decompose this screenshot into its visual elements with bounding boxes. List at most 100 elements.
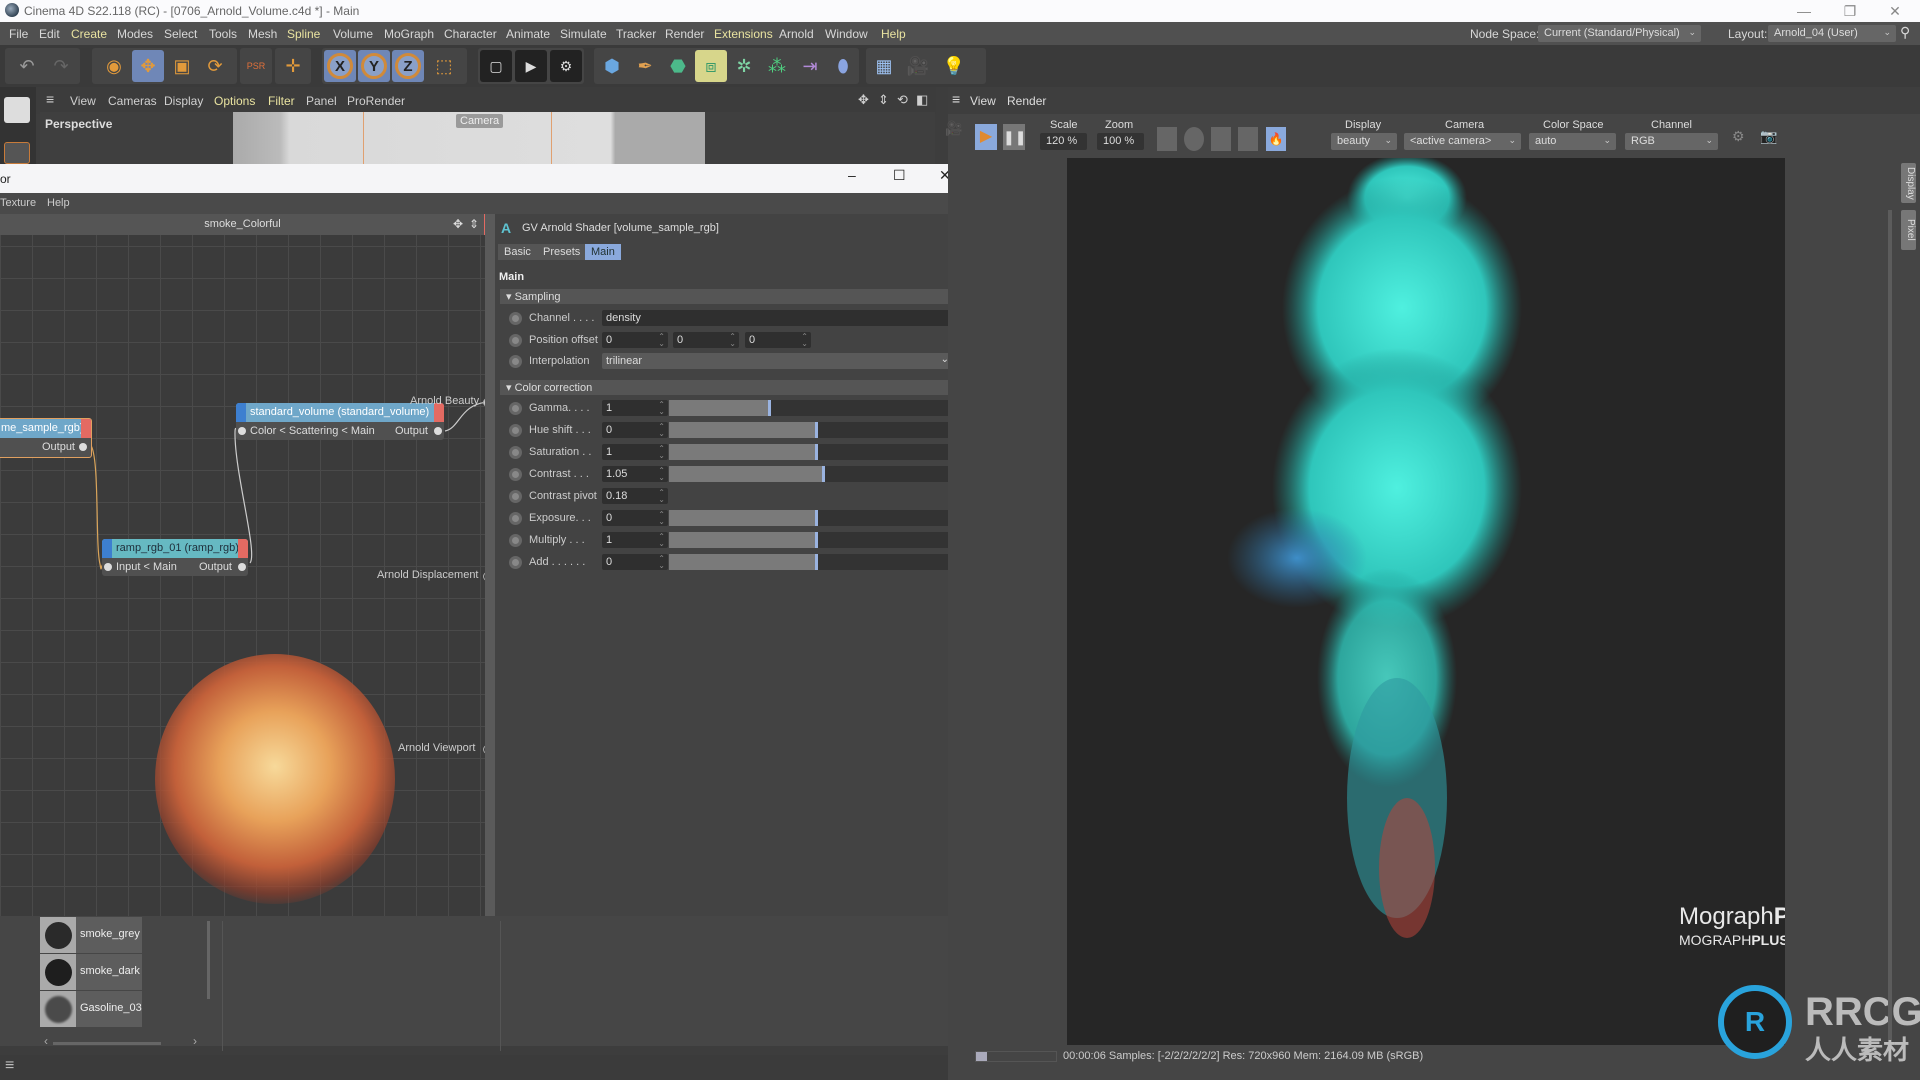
position-offset-x[interactable]: 0 ⌃ ⌄: [602, 332, 668, 348]
cube-icon[interactable]: ⬢: [596, 50, 628, 82]
orbit-icon[interactable]: ⟲: [897, 92, 908, 108]
viewport-menu-view[interactable]: View: [70, 94, 96, 108]
sampling-section[interactable]: ▾ Sampling: [500, 289, 966, 304]
recent-tool-icon[interactable]: ✛: [277, 50, 309, 82]
node-menu-texture[interactable]: Texture: [0, 197, 36, 209]
menu-arnold[interactable]: Arnold: [779, 27, 814, 41]
spinner-icon[interactable]: ⌃ ⌄: [658, 533, 665, 548]
flame-icon[interactable]: 🔥: [1266, 127, 1286, 151]
menu-file[interactable]: File: [9, 27, 28, 41]
graph-scrollbar[interactable]: [485, 214, 495, 916]
viewport-menu-cameras[interactable]: Cameras: [108, 94, 157, 108]
render-settings-icon[interactable]: ⚙: [550, 50, 582, 82]
scroll-right-icon[interactable]: ›: [193, 1034, 197, 1048]
menu-help[interactable]: Help: [881, 27, 906, 41]
viewport-menu-filter[interactable]: Filter: [268, 94, 295, 108]
menu-volume[interactable]: Volume: [333, 27, 373, 41]
input-port[interactable]: [104, 563, 112, 571]
slider-handle[interactable]: [815, 554, 818, 570]
undo-icon[interactable]: ↶: [11, 50, 43, 82]
region-render-icon[interactable]: [1157, 127, 1177, 151]
x-axis-lock-icon[interactable]: X: [324, 50, 356, 82]
render-menu-render[interactable]: Render: [1007, 94, 1046, 108]
menu-spline[interactable]: Spline: [287, 27, 320, 41]
extrude-icon[interactable]: ⧈: [695, 50, 727, 82]
param-slider[interactable]: [669, 422, 960, 438]
material-scrollbar[interactable]: [207, 921, 210, 999]
menu-tools[interactable]: Tools: [209, 27, 237, 41]
menu-character[interactable]: Character: [444, 27, 497, 41]
spinner-icon[interactable]: ⌃ ⌄: [658, 467, 665, 482]
slider-handle[interactable]: [768, 400, 771, 416]
viewport-menu-display[interactable]: Display: [164, 94, 203, 108]
keyframe-radio[interactable]: [509, 490, 522, 503]
live-selection-icon[interactable]: ◉: [98, 50, 130, 82]
close-button[interactable]: ✕: [1880, 2, 1910, 20]
position-offset-y[interactable]: 0 ⌃ ⌄: [673, 332, 739, 348]
keyframe-radio[interactable]: [509, 424, 522, 437]
spinner-icon[interactable]: ⌃ ⌄: [801, 333, 808, 348]
menu-extensions[interactable]: Extensions: [714, 27, 773, 41]
param-slider[interactable]: [669, 510, 960, 526]
pause-render-button[interactable]: ❚❚: [1003, 124, 1026, 150]
slider-handle[interactable]: [815, 510, 818, 526]
slider-handle[interactable]: [815, 422, 818, 438]
material-item[interactable]: Gasoline_03: [40, 991, 142, 1027]
side-tab-display[interactable]: Display: [1901, 163, 1916, 203]
array-icon[interactable]: ⁂: [761, 50, 793, 82]
pan-icon[interactable]: ✥: [453, 214, 463, 235]
zoom-icon[interactable]: ⇕: [469, 214, 479, 235]
search-icon[interactable]: ⚲: [1900, 24, 1910, 41]
layout-dropdown[interactable]: Arnold_04 (User) ⌄: [1768, 25, 1896, 42]
menu-select[interactable]: Select: [164, 27, 197, 41]
param-value-input[interactable]: 1 ⌃ ⌄: [602, 444, 668, 460]
restore-button[interactable]: ❐: [1835, 2, 1865, 20]
menu-modes[interactable]: Modes: [117, 27, 153, 41]
param-value-input[interactable]: 0 ⌃ ⌄: [602, 510, 668, 526]
field-icon[interactable]: ⬮: [827, 50, 859, 82]
spinner-icon[interactable]: ⌃ ⌄: [729, 333, 736, 348]
menu-tracker[interactable]: Tracker: [616, 27, 656, 41]
hamburger-icon[interactable]: ≡: [952, 91, 960, 107]
minimize-button[interactable]: —: [1789, 2, 1819, 20]
param-value-input[interactable]: 0 ⌃ ⌄: [602, 554, 668, 570]
spinner-icon[interactable]: ⌃ ⌄: [658, 333, 665, 348]
slider-handle[interactable]: [822, 466, 825, 482]
render-menu-view[interactable]: View: [970, 94, 996, 108]
y-axis-lock-icon[interactable]: Y: [358, 50, 390, 82]
layout-icon[interactable]: [1211, 127, 1231, 151]
deformer-icon[interactable]: ⇥: [794, 50, 826, 82]
display-dropdown[interactable]: beauty ⌄: [1331, 133, 1397, 150]
slider-handle[interactable]: [815, 444, 818, 460]
spinner-icon[interactable]: ⌃ ⌄: [658, 555, 665, 570]
param-value-input[interactable]: 0.18 ⌃ ⌄: [602, 488, 668, 504]
keyframe-radio[interactable]: [509, 355, 522, 368]
rotate-icon[interactable]: ⟳: [199, 50, 231, 82]
render-to-picture-viewer-icon[interactable]: ▶: [515, 50, 547, 82]
scroll-left-icon[interactable]: ‹: [44, 1034, 48, 1048]
keyframe-radio[interactable]: [509, 556, 522, 569]
move-icon[interactable]: ✥: [132, 50, 164, 82]
z-axis-lock-icon[interactable]: Z: [392, 50, 424, 82]
material-hscrollbar[interactable]: [53, 1042, 161, 1045]
spinner-icon[interactable]: ⌃ ⌄: [658, 445, 665, 460]
tab-presets[interactable]: Presets: [537, 244, 587, 260]
maximize-view-icon[interactable]: ◧: [916, 92, 928, 108]
pen-icon[interactable]: ✒: [629, 50, 661, 82]
floor-icon[interactable]: ▦: [868, 50, 900, 82]
pan-icon[interactable]: ✥: [858, 92, 869, 108]
snapshot-camera-icon[interactable]: 📷: [1760, 128, 1780, 148]
tab-main[interactable]: Main: [585, 244, 621, 260]
color-correction-section[interactable]: ▾ Color correction: [500, 380, 966, 395]
model-mode-icon[interactable]: [4, 97, 30, 123]
psr-reset-icon[interactable]: PSR: [240, 50, 272, 82]
spinner-icon[interactable]: ⌃ ⌄: [658, 511, 665, 526]
input-port[interactable]: [238, 427, 246, 435]
crop-icon[interactable]: [1238, 127, 1258, 151]
render-camera-icon[interactable]: 🎥: [945, 120, 967, 160]
keyframe-radio[interactable]: [509, 512, 522, 525]
scale-field[interactable]: 120 %: [1040, 133, 1087, 150]
material-item[interactable]: smoke_grey: [40, 917, 142, 953]
menu-edit[interactable]: Edit: [39, 27, 60, 41]
param-slider[interactable]: [669, 400, 960, 416]
